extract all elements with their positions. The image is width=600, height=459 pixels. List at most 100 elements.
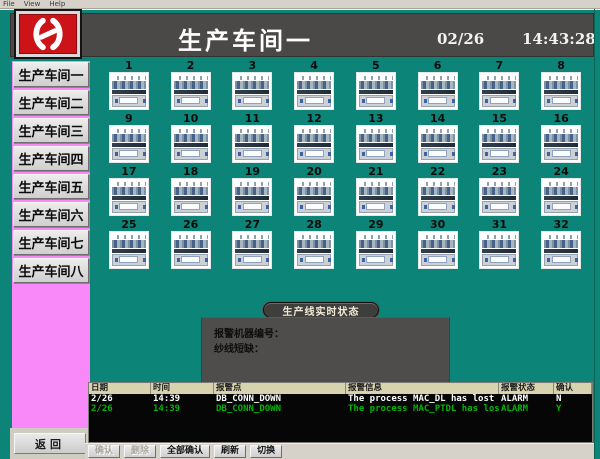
knitting-machine-icon[interactable] (171, 231, 211, 269)
machine-cell-13[interactable]: 13 (345, 113, 407, 166)
machine-cell-24[interactable]: 24 (530, 166, 592, 219)
machine-body (174, 148, 208, 160)
knitting-machine-icon[interactable] (418, 178, 458, 216)
machine-cell-21[interactable]: 21 (345, 166, 407, 219)
machine-cell-28[interactable]: 28 (283, 219, 345, 272)
machine-cell-6[interactable]: 6 (407, 60, 469, 113)
machine-feeder-band (482, 134, 516, 142)
machine-cell-26[interactable]: 26 (160, 219, 222, 272)
knitting-machine-icon[interactable] (232, 72, 272, 110)
knitting-machine-icon[interactable] (232, 178, 272, 216)
knitting-machine-icon[interactable] (171, 125, 211, 163)
machine-feeder-band (421, 81, 455, 89)
switch-button[interactable]: 切换 (250, 445, 282, 458)
knitting-machine-icon[interactable] (356, 72, 396, 110)
menu-file[interactable]: File (3, 0, 15, 8)
machine-cell-2[interactable]: 2 (160, 60, 222, 113)
machine-cell-7[interactable]: 7 (469, 60, 531, 113)
alarm-row[interactable]: 2/2614:39DB_CONN_DOWNThe process MAC_DL … (89, 394, 592, 404)
machine-cell-17[interactable]: 17 (98, 166, 160, 219)
machine-cell-12[interactable]: 12 (283, 113, 345, 166)
machine-cell-29[interactable]: 29 (345, 219, 407, 272)
machine-cell-30[interactable]: 30 (407, 219, 469, 272)
knitting-machine-icon[interactable] (356, 231, 396, 269)
machine-top-parts (544, 129, 578, 133)
knitting-machine-icon[interactable] (232, 125, 272, 163)
menu-help[interactable]: Help (49, 0, 65, 8)
machine-body (112, 148, 146, 160)
machine-cell-16[interactable]: 16 (530, 113, 592, 166)
machine-cell-9[interactable]: 9 (98, 113, 160, 166)
knitting-machine-icon[interactable] (479, 178, 519, 216)
machine-feeder-band (544, 187, 578, 195)
knitting-machine-icon[interactable] (109, 72, 149, 110)
menu-view[interactable]: View (24, 0, 41, 8)
return-button-area: 返回 (10, 428, 90, 459)
knitting-machine-icon[interactable] (356, 125, 396, 163)
knitting-machine-icon[interactable] (171, 72, 211, 110)
machine-feeder-band (421, 187, 455, 195)
knitting-machine-icon[interactable] (541, 231, 581, 269)
knitting-machine-icon[interactable] (541, 72, 581, 110)
machine-cell-23[interactable]: 23 (469, 166, 531, 219)
knitting-machine-icon[interactable] (294, 72, 334, 110)
alarm-cell: ALARM (499, 404, 554, 414)
knitting-machine-icon[interactable] (109, 125, 149, 163)
knitting-machine-icon[interactable] (294, 125, 334, 163)
machine-cell-8[interactable]: 8 (530, 60, 592, 113)
machine-cell-15[interactable]: 15 (469, 113, 531, 166)
knitting-machine-icon[interactable] (418, 125, 458, 163)
machine-needle-bed (112, 196, 146, 200)
knitting-machine-icon[interactable] (541, 178, 581, 216)
sidebar-item-workshop-8[interactable]: 生产车间八 (13, 258, 89, 283)
machine-cell-5[interactable]: 5 (345, 60, 407, 113)
ack-button[interactable]: 确认 (88, 445, 120, 458)
machine-cell-19[interactable]: 19 (222, 166, 284, 219)
machine-body (297, 95, 331, 107)
knitting-machine-icon[interactable] (356, 178, 396, 216)
knitting-machine-icon[interactable] (418, 72, 458, 110)
knitting-machine-icon[interactable] (109, 231, 149, 269)
machine-feeder-band (235, 81, 269, 89)
knitting-machine-icon[interactable] (479, 72, 519, 110)
sidebar-item-workshop-3[interactable]: 生产车间三 (13, 118, 89, 143)
knitting-machine-icon[interactable] (232, 231, 272, 269)
alarm-table[interactable]: 日期时间报警点报警信息报警状态确认 2/2614:39DB_CONN_DOWNT… (88, 382, 593, 443)
machine-cell-25[interactable]: 25 (98, 219, 160, 272)
machine-cell-32[interactable]: 32 (530, 219, 592, 272)
knitting-machine-icon[interactable] (171, 178, 211, 216)
sidebar-item-workshop-6[interactable]: 生产车间六 (13, 202, 89, 227)
alarm-row[interactable]: 2/2614:39DB_CONN_DOWNThe process MAC_PTD… (89, 404, 592, 414)
sidebar-item-workshop-1[interactable]: 生产车间一 (13, 62, 89, 87)
machine-cell-31[interactable]: 31 (469, 219, 531, 272)
knitting-machine-icon[interactable] (479, 231, 519, 269)
sidebar-item-workshop-2[interactable]: 生产车间二 (13, 90, 89, 115)
sidebar-item-workshop-7[interactable]: 生产车间七 (13, 230, 89, 255)
delete-button[interactable]: 删除 (124, 445, 156, 458)
ack-all-button[interactable]: 全部确认 (160, 445, 210, 458)
refresh-button[interactable]: 刷新 (214, 445, 246, 458)
machine-top-parts (359, 129, 393, 133)
return-button[interactable]: 返回 (14, 433, 86, 454)
knitting-machine-icon[interactable] (294, 178, 334, 216)
machine-cell-18[interactable]: 18 (160, 166, 222, 219)
knitting-machine-icon[interactable] (541, 125, 581, 163)
machine-cell-4[interactable]: 4 (283, 60, 345, 113)
machine-cell-3[interactable]: 3 (222, 60, 284, 113)
machine-cell-1[interactable]: 1 (98, 60, 160, 113)
machine-cell-14[interactable]: 14 (407, 113, 469, 166)
sidebar-item-workshop-5[interactable]: 生产车间五 (13, 174, 89, 199)
machine-cell-11[interactable]: 11 (222, 113, 284, 166)
machine-cell-10[interactable]: 10 (160, 113, 222, 166)
machine-cell-27[interactable]: 27 (222, 219, 284, 272)
machine-cell-20[interactable]: 20 (283, 166, 345, 219)
alarm-cell: DB_CONN_DOWN (214, 394, 346, 404)
knitting-machine-icon[interactable] (109, 178, 149, 216)
machine-body (544, 95, 578, 107)
knitting-machine-icon[interactable] (294, 231, 334, 269)
knitting-machine-icon[interactable] (418, 231, 458, 269)
machine-cell-22[interactable]: 22 (407, 166, 469, 219)
sidebar-item-workshop-4[interactable]: 生产车间四 (13, 146, 89, 171)
knitting-machine-icon[interactable] (479, 125, 519, 163)
machine-needle-bed (235, 196, 269, 200)
